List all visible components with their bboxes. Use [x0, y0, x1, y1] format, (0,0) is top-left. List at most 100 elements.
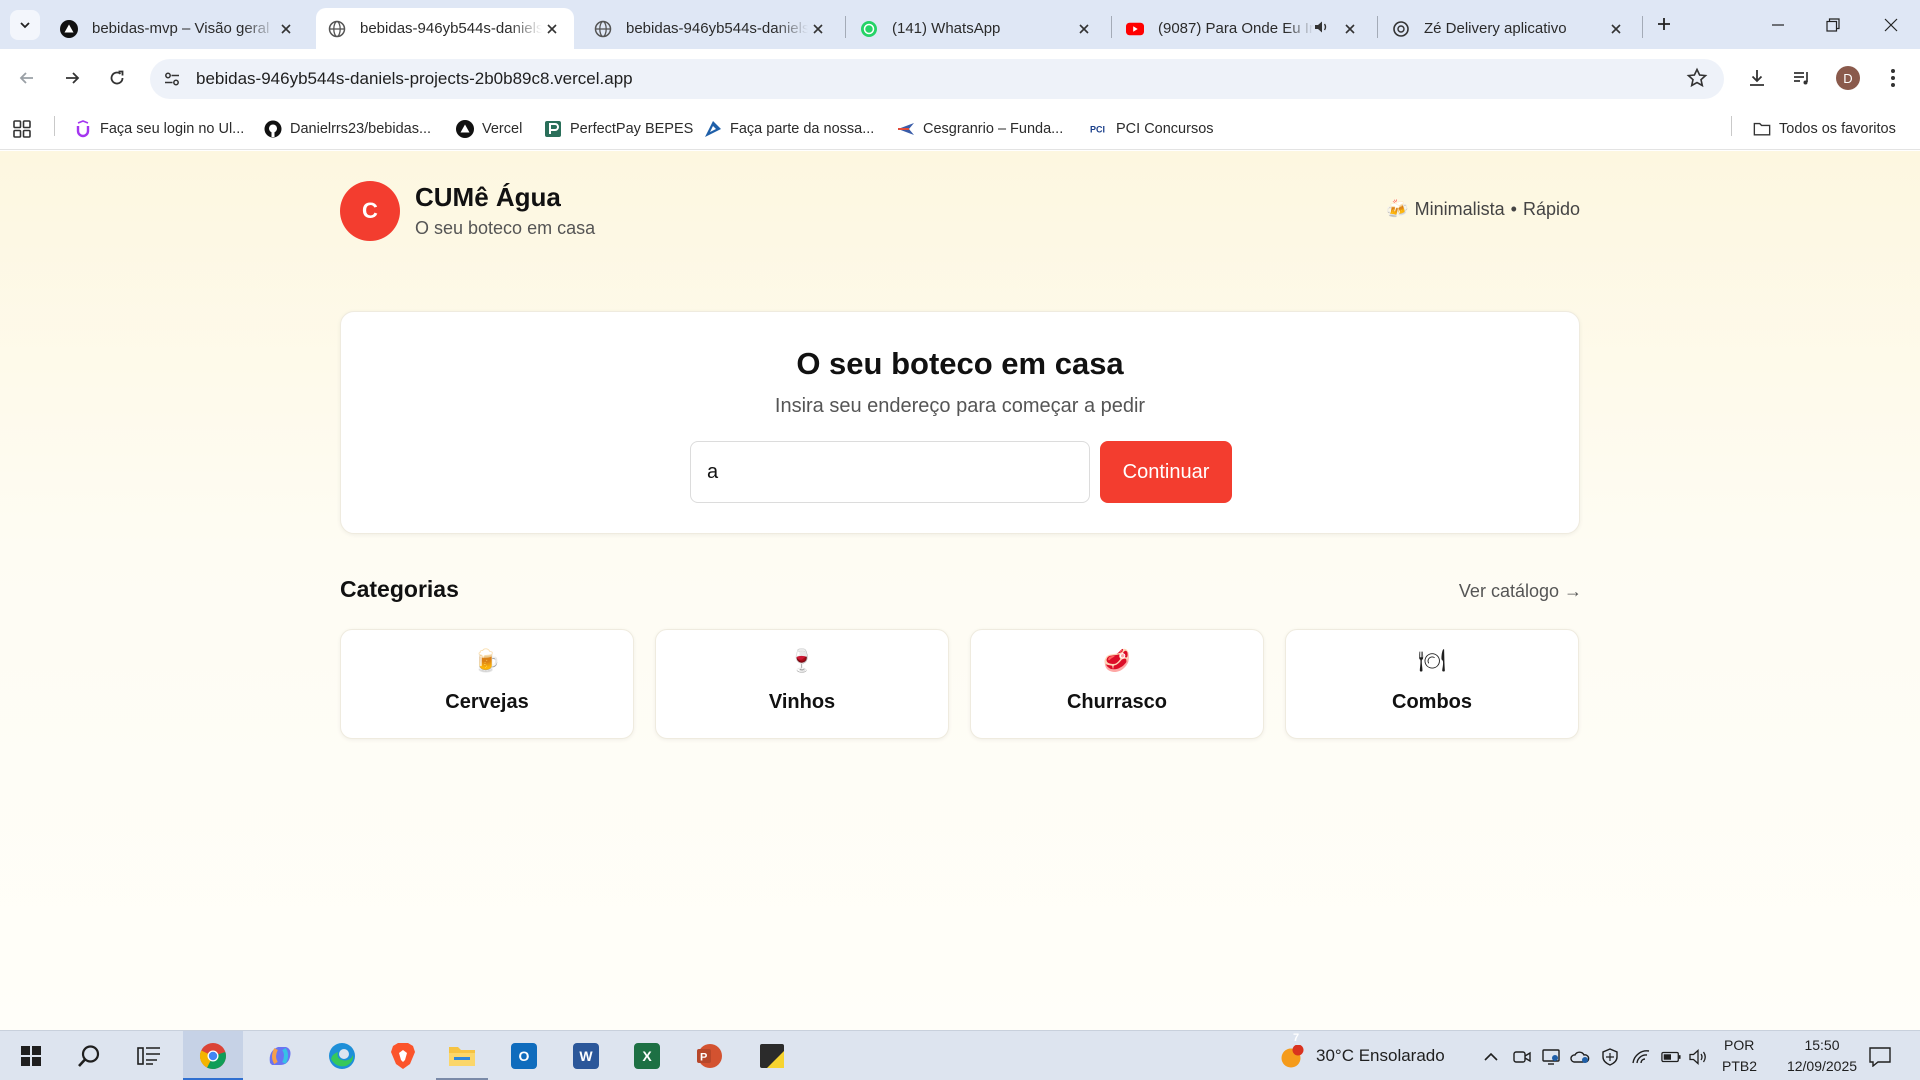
category-card-combos[interactable]: 🍽 Combos — [1285, 629, 1579, 739]
apps-button[interactable] — [12, 116, 32, 142]
close-icon[interactable] — [1074, 19, 1094, 39]
meet-icon[interactable] — [1512, 1047, 1532, 1067]
taskbar-powerpoint[interactable]: P — [683, 1031, 735, 1080]
brand-name[interactable]: CUMê Água — [415, 182, 561, 213]
keyboard-layout-indicator[interactable]: PTB2 — [1722, 1058, 1757, 1074]
restore-button[interactable] — [1818, 10, 1848, 40]
taskbar-brave[interactable] — [373, 1031, 433, 1080]
globe-icon — [328, 20, 346, 38]
bookmark-item[interactable]: Cesgranrio – Funda... — [897, 116, 1063, 142]
taskbar-chrome[interactable] — [183, 1031, 243, 1080]
taskbar-copilot[interactable] — [250, 1031, 310, 1080]
taskbar-excel[interactable]: X — [621, 1031, 673, 1080]
back-button[interactable] — [12, 63, 42, 93]
taskbar-file-explorer[interactable] — [436, 1031, 488, 1080]
header-badge-separator: • — [1510, 199, 1517, 219]
reload-button[interactable] — [102, 63, 132, 93]
wine-glass-icon: 🍷 — [788, 648, 816, 673]
monitor-icon[interactable] — [1541, 1047, 1561, 1067]
volume-icon[interactable] — [1689, 1047, 1709, 1067]
bookmark-item[interactable]: PerfectPay BEPES — [544, 116, 693, 142]
browser-tab[interactable]: bebidas-mvp – Visão geral — [48, 8, 308, 49]
bookmark-item[interactable]: Danielrrs23/bebidas... — [264, 116, 431, 142]
udemy-icon — [74, 120, 92, 138]
browser-tab[interactable]: Zé Delivery aplicativo — [1380, 8, 1638, 49]
notifications-icon[interactable] — [1868, 1045, 1892, 1069]
site-settings-icon[interactable] — [157, 64, 187, 94]
weather-badge: 7 — [1293, 1032, 1300, 1044]
weather-text[interactable]: 30°C Ensolarado — [1316, 1046, 1445, 1066]
all-bookmarks-button[interactable]: Todos os favoritos — [1753, 116, 1896, 142]
address-input[interactable] — [690, 441, 1090, 503]
chevron-up-icon[interactable] — [1481, 1047, 1501, 1067]
browser-tab[interactable]: (9087) Para Onde Eu Ir — [1114, 8, 1372, 49]
search-button[interactable] — [64, 1031, 114, 1080]
category-card-vinhos[interactable]: 🍷 Vinhos — [655, 629, 949, 739]
restore-icon — [1826, 18, 1840, 32]
page-body: C CUMê Água O seu boteco em casa 🍻 Minim… — [0, 151, 1920, 1030]
minimize-button[interactable] — [1763, 10, 1793, 40]
bookmark-item[interactable]: Faça parte da nossa... — [704, 116, 874, 142]
folder-icon — [1753, 120, 1771, 138]
downloads-button[interactable] — [1742, 63, 1772, 93]
profile-button[interactable]: D — [1833, 63, 1863, 93]
vercel-icon — [456, 120, 474, 138]
beer-icon: 🍺 — [473, 648, 501, 673]
youtube-icon — [1126, 20, 1144, 38]
svg-text:PCI: PCI — [1090, 125, 1105, 135]
bookmark-label: PerfectPay BEPES — [570, 121, 694, 137]
tab-title: (9087) Para Onde Eu Ir — [1158, 20, 1314, 37]
bookmark-star-icon[interactable] — [1686, 67, 1708, 94]
browser-tab[interactable]: bebidas-946yb544s-daniels-projects — [582, 8, 840, 49]
browser-tab-active[interactable]: bebidas-946yb544s-daniels-projects — [316, 8, 574, 49]
close-window-button[interactable] — [1876, 10, 1906, 40]
onedrive-icon[interactable] — [1570, 1047, 1590, 1067]
tab-divider — [845, 16, 846, 38]
close-icon[interactable] — [808, 19, 828, 39]
clock-date[interactable]: 12/09/2025 — [1768, 1058, 1876, 1074]
forward-button[interactable] — [57, 63, 87, 93]
copilot-icon — [269, 1047, 291, 1065]
taskbar-edge[interactable] — [312, 1031, 372, 1080]
shield-icon[interactable] — [1600, 1047, 1620, 1067]
brand-logo[interactable]: C — [340, 181, 400, 241]
chrome-icon — [199, 1043, 226, 1070]
wifi-icon[interactable] — [1631, 1047, 1651, 1067]
category-card-cervejas[interactable]: 🍺 Cervejas — [340, 629, 634, 739]
excel-icon: X — [634, 1043, 660, 1069]
browser-menu-button[interactable] — [1878, 63, 1908, 93]
windows-logo-icon — [21, 1046, 41, 1066]
close-icon[interactable] — [1606, 19, 1626, 39]
tab-title: bebidas-946yb544s-daniels-projects — [626, 20, 808, 37]
weather-sun-icon[interactable] — [1280, 1045, 1304, 1069]
close-icon[interactable] — [1340, 19, 1360, 39]
reload-icon — [110, 70, 124, 85]
category-label: Combos — [1392, 691, 1472, 713]
task-view-button[interactable] — [124, 1031, 174, 1080]
openai-icon — [1392, 20, 1410, 38]
new-tab-button[interactable] — [1652, 12, 1676, 36]
close-icon[interactable] — [542, 19, 562, 39]
media-controls-button[interactable] — [1787, 63, 1817, 93]
view-catalog-link[interactable]: Ver catálogo → — [1380, 581, 1582, 602]
address-bar[interactable]: bebidas-946yb544s-daniels-projects-2b0b8… — [150, 59, 1724, 99]
browser-tab[interactable]: (141) WhatsApp — [848, 8, 1106, 49]
tab-search-button[interactable] — [10, 10, 40, 40]
taskbar-outlook[interactable]: O — [498, 1031, 550, 1080]
tab-title: (141) WhatsApp — [892, 20, 1001, 37]
speaker-icon[interactable] — [1314, 20, 1330, 38]
bookmark-item[interactable]: PCI PCI Concursos — [1090, 116, 1214, 142]
close-icon[interactable] — [276, 19, 296, 39]
task-view-icon — [137, 1047, 160, 1065]
language-indicator[interactable]: POR — [1724, 1037, 1754, 1053]
continue-button[interactable]: Continuar — [1100, 441, 1232, 503]
taskbar-sticky-notes[interactable] — [746, 1031, 798, 1080]
taskbar-word[interactable]: W — [560, 1031, 612, 1080]
category-card-churrasco[interactable]: 🥩 Churrasco — [970, 629, 1264, 739]
bookmark-item[interactable]: Faça seu login no Ul... — [74, 116, 244, 142]
clock-time[interactable]: 15:50 — [1788, 1037, 1856, 1053]
whatsapp-icon — [860, 20, 878, 38]
start-button[interactable] — [6, 1031, 56, 1080]
battery-icon[interactable] — [1661, 1047, 1681, 1067]
bookmark-item[interactable]: Vercel — [456, 116, 522, 142]
